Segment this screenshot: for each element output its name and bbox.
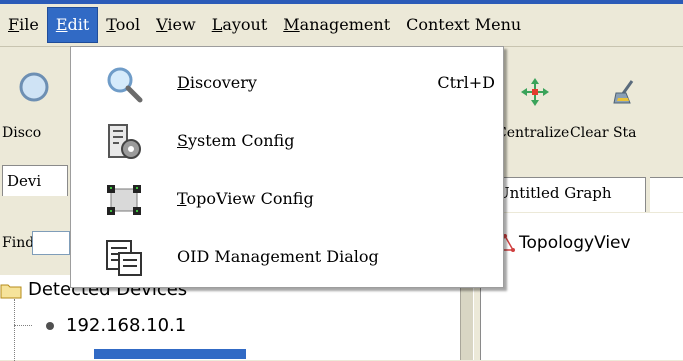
oid-dialog-icon: [106, 240, 142, 276]
tree-node-selected[interactable]: [94, 349, 246, 359]
tree-node-device[interactable]: 192.168.10.1: [0, 311, 186, 341]
tab-strip-filler: [650, 177, 683, 212]
tree-node-label: 192.168.10.1: [66, 315, 187, 336]
centralize-icon: [521, 78, 549, 106]
magnifier-icon: [107, 67, 143, 103]
menu-item-topoview-config[interactable]: TopoView Config: [71, 171, 503, 229]
menu-file[interactable]: File: [0, 8, 47, 42]
find-input[interactable]: [32, 231, 70, 255]
system-config-icon: [108, 124, 141, 159]
discovery-tool-label: Disco: [2, 125, 42, 141]
broom-icon: [613, 80, 634, 104]
edit-dropdown-menu: Discovery Ctrl+D System Config TopoView …: [70, 46, 504, 288]
menu-view[interactable]: View: [148, 8, 204, 42]
topoview-config-icon: [107, 185, 141, 215]
centralize-button[interactable]: Centralize: [496, 47, 570, 157]
menu-layout[interactable]: Layout: [204, 8, 276, 42]
menu-item-label: System Config: [177, 131, 295, 150]
menu-item-system-config[interactable]: System Config: [71, 113, 503, 171]
menu-item-oid-management-dialog[interactable]: OID Management Dialog: [71, 229, 503, 287]
find-label: Find: [2, 235, 35, 251]
menu-tool[interactable]: Tool: [98, 8, 148, 42]
menu-management[interactable]: Management: [275, 8, 398, 42]
topology-view-title: TopologyViev: [495, 233, 631, 253]
clear-status-label: Clear Sta: [570, 125, 637, 141]
menu-item-discovery[interactable]: Discovery Ctrl+D: [71, 55, 503, 113]
clear-status-button[interactable]: Clear Sta: [566, 47, 683, 157]
menu-item-shortcut: Ctrl+D: [437, 73, 495, 92]
graph-panel: Untitled Graph TopologyViev: [480, 157, 683, 360]
centralize-label: Centralize: [496, 125, 570, 141]
menu-item-label: OID Management Dialog: [177, 247, 379, 266]
menu-item-label: TopoView Config: [177, 189, 314, 208]
menu-context-menu[interactable]: Context Menu: [398, 8, 529, 42]
device-dot-icon: [46, 322, 54, 330]
topology-view-label: TopologyViev: [519, 233, 631, 253]
graph-canvas[interactable]: TopologyViev: [480, 213, 683, 360]
tab-untitled-graph[interactable]: Untitled Graph: [490, 177, 646, 212]
menu-bar: File Edit Tool View Layout Management Co…: [0, 4, 683, 47]
tab-devices[interactable]: Devi: [2, 165, 68, 196]
folder-icon: [0, 284, 22, 299]
menu-item-label: Discovery: [177, 73, 257, 92]
discovery-tool-button[interactable]: Disco: [0, 47, 60, 157]
menu-edit[interactable]: Edit: [46, 7, 99, 43]
magnifier-icon: [19, 72, 49, 102]
